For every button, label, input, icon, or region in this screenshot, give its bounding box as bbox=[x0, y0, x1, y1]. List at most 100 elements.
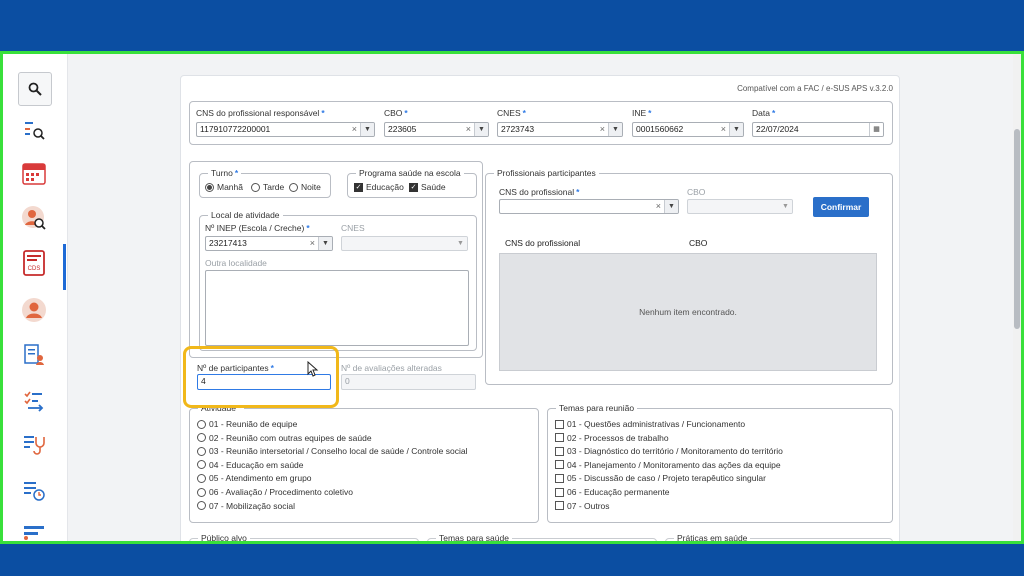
calendar-icon[interactable] bbox=[18, 158, 50, 190]
atividade-option-label: 05 - Atendimento em grupo bbox=[209, 473, 312, 484]
calendar-picker-icon[interactable]: ▦ bbox=[869, 123, 883, 136]
tema-reuniao-option[interactable]: 07 - Outros bbox=[555, 501, 610, 511]
radio[interactable] bbox=[289, 182, 298, 192]
table-header-cbo[interactable]: CBO bbox=[689, 238, 707, 248]
file-user-icon[interactable] bbox=[18, 339, 50, 371]
tema-reuniao-option[interactable]: 04 - Planejamento / Monitoramento das aç… bbox=[555, 460, 781, 470]
turno-option-manha[interactable]: Manhã bbox=[205, 182, 243, 192]
chevron-down-icon[interactable]: ▼ bbox=[608, 123, 622, 136]
prof-cns-input[interactable]: × ▼ bbox=[499, 199, 679, 214]
atividade-option[interactable]: 03 - Reunião intersetorial / Conselho lo… bbox=[197, 446, 467, 456]
checkbox[interactable] bbox=[555, 473, 564, 483]
atividade-option[interactable]: 05 - Atendimento em grupo bbox=[197, 473, 312, 483]
outra-localidade-label: Outra localidade bbox=[205, 258, 267, 268]
programa-option-educacao[interactable]: ✓ Educação bbox=[354, 182, 404, 192]
local-cnes-label: CNES bbox=[341, 223, 365, 233]
turno-option-noite[interactable]: Noite bbox=[289, 182, 321, 192]
tema-reuniao-option[interactable]: 02 - Processos de trabalho bbox=[555, 433, 669, 443]
checklist-arrow-icon[interactable] bbox=[18, 384, 50, 416]
local-cnes-select: ▼ bbox=[341, 236, 468, 251]
atividade-option-label: 02 - Reunião com outras equipes de saúde bbox=[209, 432, 372, 443]
atividade-option[interactable]: 02 - Reunião com outras equipes de saúde bbox=[197, 433, 372, 443]
tema-reuniao-option-label: 07 - Outros bbox=[567, 500, 610, 511]
inep-label: Nº INEP (Escola / Creche) * bbox=[205, 223, 310, 233]
atividade-option[interactable]: 07 - Mobilização social bbox=[197, 501, 295, 511]
checkbox-checked[interactable]: ✓ bbox=[354, 182, 363, 192]
radio[interactable] bbox=[197, 501, 206, 511]
praticas-saude-fieldset: Práticas em saúde bbox=[665, 533, 893, 541]
chevron-down-icon: ▼ bbox=[779, 200, 792, 213]
people-search-icon[interactable] bbox=[18, 114, 50, 146]
checkbox[interactable] bbox=[555, 487, 564, 497]
clear-icon[interactable]: × bbox=[656, 200, 661, 213]
search-icon[interactable] bbox=[18, 72, 52, 106]
table-header-cns[interactable]: CNS do profissional bbox=[505, 238, 580, 248]
user-avatar-icon[interactable] bbox=[18, 294, 50, 326]
clear-icon[interactable]: × bbox=[721, 123, 726, 136]
clear-icon[interactable]: × bbox=[600, 123, 605, 136]
ine-input[interactable]: 0001560662 × ▼ bbox=[632, 122, 744, 137]
atividade-option[interactable]: 04 - Educação em saúde bbox=[197, 460, 304, 470]
tema-reuniao-option[interactable]: 01 - Questões administrativas / Funciona… bbox=[555, 419, 745, 429]
user-search-icon[interactable] bbox=[18, 202, 50, 234]
cns-responsavel-input[interactable]: 117910772200001 × ▼ bbox=[196, 122, 375, 137]
tema-reuniao-option-label: 04 - Planejamento / Monitoramento das aç… bbox=[567, 459, 781, 470]
prof-cbo-label: CBO bbox=[687, 187, 706, 197]
radio-selected[interactable] bbox=[205, 182, 214, 192]
chevron-down-icon[interactable]: ▼ bbox=[729, 123, 743, 136]
tema-reuniao-option[interactable]: 05 - Discussão de caso / Projeto terapêu… bbox=[555, 473, 766, 483]
outra-localidade-textarea[interactable] bbox=[205, 270, 469, 346]
avaliacoes-label: Nº de avaliações alteradas bbox=[341, 363, 442, 373]
programa-option-saude[interactable]: ✓ Saúde bbox=[409, 182, 446, 192]
chevron-down-icon[interactable]: ▼ bbox=[360, 123, 374, 136]
cns-responsavel-label: CNS do profissional responsável * bbox=[196, 108, 325, 118]
chevron-down-icon[interactable]: ▼ bbox=[664, 200, 678, 213]
tema-reuniao-option-label: 06 - Educação permanente bbox=[567, 487, 670, 497]
radio[interactable] bbox=[197, 487, 206, 497]
publico-alvo-fieldset: Público alvo bbox=[189, 533, 419, 541]
empty-message: Nenhum item encontrado. bbox=[639, 307, 737, 317]
scrollbar-thumb[interactable] bbox=[1014, 129, 1020, 329]
chevron-down-icon[interactable]: ▼ bbox=[474, 123, 488, 136]
temas-saude-fieldset: Temas para saúde bbox=[427, 533, 657, 541]
radio[interactable] bbox=[251, 182, 260, 192]
checkbox[interactable] bbox=[555, 446, 564, 456]
turno-option-tarde[interactable]: Tarde bbox=[251, 182, 284, 192]
chevron-down-icon[interactable]: ▼ bbox=[318, 237, 332, 250]
checkbox[interactable] bbox=[555, 419, 564, 429]
atividade-option-label: 01 - Reunião de equipe bbox=[209, 419, 298, 429]
temas-reuniao-legend: Temas para reunião bbox=[559, 403, 635, 413]
radio[interactable] bbox=[197, 460, 206, 470]
list-icon[interactable] bbox=[18, 516, 50, 541]
cnes-input[interactable]: 2723743 × ▼ bbox=[497, 122, 623, 137]
data-label: Data * bbox=[752, 108, 776, 118]
document-cds-icon[interactable]: CDS bbox=[18, 247, 50, 279]
data-input[interactable]: 22/07/2024 ▦ bbox=[752, 122, 884, 137]
prof-cbo-select: ▼ bbox=[687, 199, 793, 214]
scrollbar[interactable] bbox=[1013, 54, 1021, 541]
sidebar: CDS bbox=[3, 54, 68, 541]
clear-icon[interactable]: × bbox=[466, 123, 471, 136]
ine-label: INE * bbox=[632, 108, 652, 118]
list-clock-icon[interactable] bbox=[18, 474, 50, 506]
checkbox[interactable] bbox=[555, 460, 564, 470]
tema-reuniao-option[interactable]: 06 - Educação permanente bbox=[555, 487, 670, 497]
clear-icon[interactable]: × bbox=[352, 123, 357, 136]
atividade-option[interactable]: 06 - Avaliação / Procedimento coletivo bbox=[197, 487, 353, 497]
checkbox[interactable] bbox=[555, 501, 564, 511]
radio[interactable] bbox=[197, 446, 206, 456]
checkbox[interactable] bbox=[555, 433, 564, 443]
avaliacoes-input: 0 bbox=[341, 374, 476, 390]
radio[interactable] bbox=[197, 433, 206, 443]
checkbox-checked[interactable]: ✓ bbox=[409, 182, 418, 192]
cbo-label: CBO * bbox=[384, 108, 408, 118]
radio[interactable] bbox=[197, 473, 206, 483]
confirmar-button[interactable]: Confirmar bbox=[813, 197, 869, 217]
radio[interactable] bbox=[197, 419, 206, 429]
tema-reuniao-option[interactable]: 03 - Diagnóstico do território / Monitor… bbox=[555, 446, 783, 456]
atividade-option[interactable]: 01 - Reunião de equipe bbox=[197, 419, 297, 429]
inep-input[interactable]: 23217413 × ▼ bbox=[205, 236, 333, 251]
clear-icon[interactable]: × bbox=[310, 237, 315, 250]
list-stethoscope-icon[interactable] bbox=[18, 429, 50, 461]
cbo-input[interactable]: 223605 × ▼ bbox=[384, 122, 489, 137]
